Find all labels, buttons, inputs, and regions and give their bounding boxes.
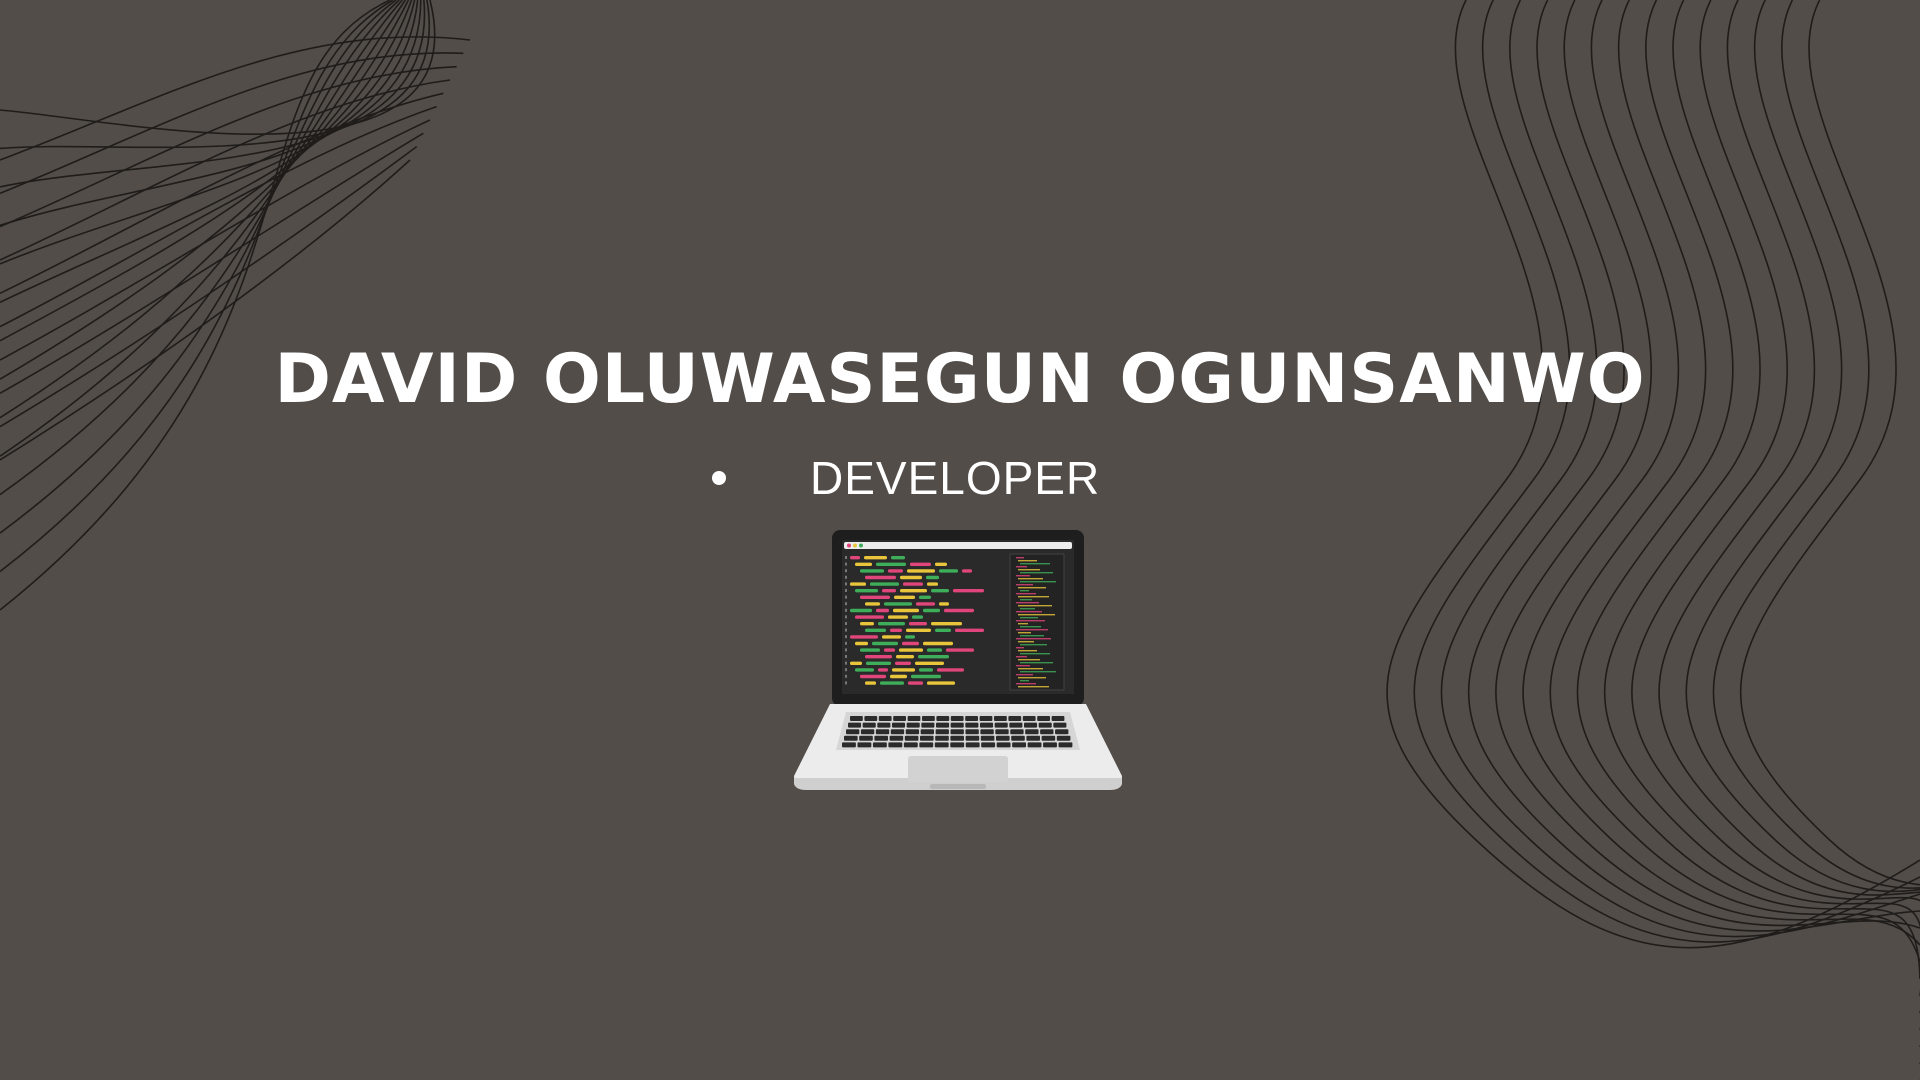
left-wave-lines — [0, 0, 471, 611]
person-name: DAVID OLUWASEGUN OGUNSANWO — [274, 340, 1646, 419]
role-text: DEVELOPER — [810, 452, 1101, 504]
bullet-icon — [712, 471, 726, 485]
laptop-code-icon — [794, 530, 1122, 790]
role-line: DEVELOPER — [712, 448, 1100, 508]
right-wave-lines — [1386, 0, 1920, 1080]
banner-canvas: DAVID OLUWASEGUN OGUNSANWO DEVELOPER — [0, 0, 1920, 1080]
